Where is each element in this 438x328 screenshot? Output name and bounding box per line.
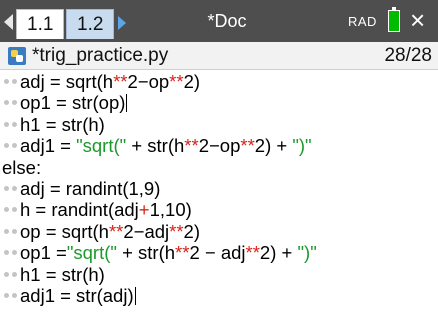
code-token: 2) bbox=[183, 220, 200, 242]
code-token: adj = sqrt(h bbox=[20, 71, 114, 92]
line-position: 28/28 bbox=[384, 45, 432, 66]
code-token: 2 bbox=[127, 71, 138, 92]
code-token: ** bbox=[184, 135, 199, 157]
text-cursor bbox=[126, 94, 128, 113]
code-line[interactable]: h1 = str(h) bbox=[0, 264, 438, 285]
code-token: h1 = str(h) bbox=[20, 113, 105, 135]
code-token: ** bbox=[245, 242, 260, 264]
code-line[interactable]: adj1 = "sqrt(" + str(h**2−op**2) + ")" bbox=[0, 135, 438, 156]
text-cursor bbox=[134, 286, 136, 305]
code-token: op bbox=[148, 71, 170, 92]
code-token: ** bbox=[108, 220, 124, 242]
file-name: *trig_practice.py bbox=[32, 45, 169, 66]
indent-dots-icon bbox=[3, 121, 19, 128]
battery-icon bbox=[388, 7, 400, 32]
indent-dots-icon bbox=[3, 292, 19, 299]
code-token: ** bbox=[169, 220, 184, 242]
code-token: ")" bbox=[292, 135, 312, 157]
code-token: adj1 = str(adj) bbox=[20, 284, 134, 306]
editor-header: *trig_practice.py 28/28 bbox=[0, 42, 438, 70]
code-token: + bbox=[138, 199, 150, 221]
code-token: "sqrt(" bbox=[76, 135, 127, 157]
indent-dots-icon bbox=[3, 271, 19, 278]
code-line[interactable]: op = sqrt(h**2−adj**2) bbox=[0, 221, 438, 242]
chevron-right-icon[interactable] bbox=[118, 16, 126, 30]
indent-dots-icon bbox=[3, 207, 19, 213]
code-line[interactable]: op1 ="sqrt(" + str(h**2 − adj**2) + ")" bbox=[0, 242, 438, 263]
tab-1-1[interactable]: 1.1 bbox=[16, 9, 64, 39]
code-token: else: bbox=[2, 156, 42, 178]
chevron-left-icon[interactable] bbox=[4, 14, 13, 30]
code-token: 2) + bbox=[259, 242, 298, 264]
code-token: 2−adj bbox=[123, 220, 170, 242]
code-token: + str(h bbox=[116, 242, 176, 264]
code-token: 2 − adj bbox=[189, 242, 246, 264]
indent-dots-icon bbox=[3, 143, 19, 149]
code-token: op1 = bbox=[20, 242, 67, 264]
code-token: ** bbox=[169, 71, 184, 92]
code-token: h = randint(adj bbox=[20, 199, 139, 221]
code-editor[interactable]: adj = sqrt(h**2−op**2) op1 = str(op) h1 = … bbox=[0, 71, 438, 328]
code-token: op = sqrt(h bbox=[20, 220, 109, 242]
close-icon[interactable]: × bbox=[410, 5, 425, 35]
indent-dots-icon bbox=[3, 185, 19, 192]
code-token: 1,10) bbox=[149, 199, 192, 221]
code-token: ")" bbox=[297, 242, 317, 264]
tab-bar: 1.1 1.2 *Doc RAD × bbox=[0, 0, 438, 42]
document-title-text: *Doc bbox=[207, 11, 247, 31]
code-token: + str(h bbox=[126, 135, 185, 157]
code-token: ** bbox=[240, 135, 255, 157]
code-token: adj1 = bbox=[20, 135, 77, 157]
code-line[interactable]: h1 = str(h) bbox=[0, 114, 438, 135]
code-token: h1 = str(h) bbox=[20, 263, 105, 285]
code-token: 2) + bbox=[254, 135, 293, 157]
angle-mode-indicator: RAD bbox=[348, 14, 377, 29]
python-file-icon bbox=[8, 47, 26, 65]
code-token: − bbox=[137, 71, 149, 92]
code-line[interactable]: adj = sqrt(h**2−op**2) bbox=[0, 71, 438, 92]
code-line[interactable]: h = randint(adj+1,10) bbox=[0, 199, 438, 220]
code-line[interactable]: adj1 = str(adj) bbox=[0, 285, 438, 306]
indent-dots-icon bbox=[3, 100, 19, 106]
indent-dots-icon bbox=[3, 250, 19, 256]
indent-dots-icon bbox=[3, 79, 19, 85]
code-line[interactable]: adj = randint(1,9) bbox=[0, 178, 438, 199]
code-token: "sqrt(" bbox=[66, 242, 117, 264]
code-token: adj = randint(1,9) bbox=[20, 177, 161, 199]
code-line[interactable]: else: bbox=[0, 157, 438, 178]
code-token: 2) bbox=[183, 71, 201, 92]
code-token: ** bbox=[175, 242, 190, 264]
code-token: op1 = str(op) bbox=[20, 92, 126, 114]
code-line[interactable]: op1 = str(op) bbox=[0, 92, 438, 113]
code-token: ** bbox=[113, 71, 128, 92]
indent-dots-icon bbox=[3, 228, 19, 235]
tab-1-2[interactable]: 1.2 bbox=[66, 9, 114, 39]
code-token: 2−op bbox=[198, 135, 241, 157]
